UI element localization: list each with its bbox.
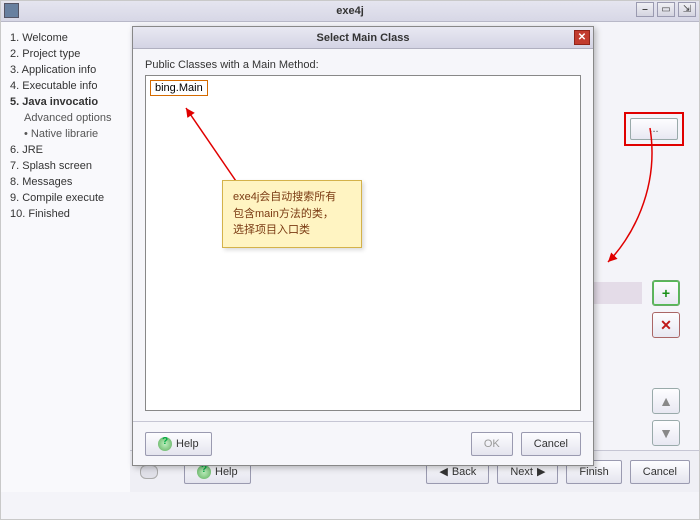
- wizard-step[interactable]: 4. Executable info: [10, 78, 126, 94]
- list-label: Public Classes with a Main Method:: [133, 49, 593, 75]
- wizard-step[interactable]: Advanced options: [10, 110, 126, 126]
- annotation-highlight-box: [624, 112, 684, 146]
- minimize-icon[interactable]: ⎯: [636, 2, 654, 17]
- wizard-step[interactable]: 10. Finished: [10, 206, 126, 222]
- wizard-step[interactable]: 3. Application info: [10, 62, 126, 78]
- maximize-icon[interactable]: ▭: [657, 2, 675, 17]
- list-item[interactable]: bing.Main: [150, 80, 208, 96]
- move-down-button[interactable]: ▼: [652, 420, 680, 446]
- annotation-note: exe4j会自动搜索所有 包含main方法的类， 选择项目入口类: [222, 180, 362, 248]
- move-up-button[interactable]: ▲: [652, 388, 680, 414]
- help-icon: [197, 465, 211, 479]
- restore-icon[interactable]: ⇲: [678, 2, 696, 17]
- wizard-step[interactable]: 9. Compile execute: [10, 190, 126, 206]
- help-icon: [158, 437, 172, 451]
- dialog-title: Select Main Class: [317, 32, 410, 44]
- wizard-step[interactable]: 6. JRE: [10, 142, 126, 158]
- step-progress-icon: [140, 465, 158, 479]
- ok-button[interactable]: OK: [471, 432, 513, 456]
- wizard-step[interactable]: 2. Project type: [10, 46, 126, 62]
- select-main-class-dialog: Select Main Class ✕ Public Classes with …: [132, 26, 594, 466]
- close-icon[interactable]: ✕: [574, 30, 590, 45]
- remove-button[interactable]: ✕: [652, 312, 680, 338]
- add-button[interactable]: +: [652, 280, 680, 306]
- dialog-help-button[interactable]: Help: [145, 432, 212, 456]
- wizard-step[interactable]: 5. Java invocatio: [10, 94, 126, 110]
- wizard-step[interactable]: 7. Splash screen: [10, 158, 126, 174]
- title-bar: exe4j ⎯ ▭ ⇲: [0, 0, 700, 22]
- reorder-buttons: ▲ ▼: [652, 388, 680, 446]
- window-controls: ⎯ ▭ ⇲: [636, 2, 696, 17]
- wizard-step[interactable]: 1. Welcome: [10, 30, 126, 46]
- wizard-step-list: 1. Welcome2. Project type3. Application …: [0, 22, 130, 492]
- app-icon: [4, 3, 19, 18]
- cancel-button[interactable]: Cancel: [630, 460, 690, 484]
- wizard-step[interactable]: 8. Messages: [10, 174, 126, 190]
- dialog-title-bar: Select Main Class ✕: [133, 27, 593, 49]
- dialog-button-bar: Help OK Cancel: [133, 421, 593, 465]
- main-class-listbox[interactable]: bing.Main: [145, 75, 581, 411]
- wizard-step[interactable]: Native librarie: [10, 126, 126, 142]
- classpath-side-buttons: + ✕: [652, 280, 680, 338]
- window-title: exe4j: [336, 5, 364, 17]
- dialog-cancel-button[interactable]: Cancel: [521, 432, 581, 456]
